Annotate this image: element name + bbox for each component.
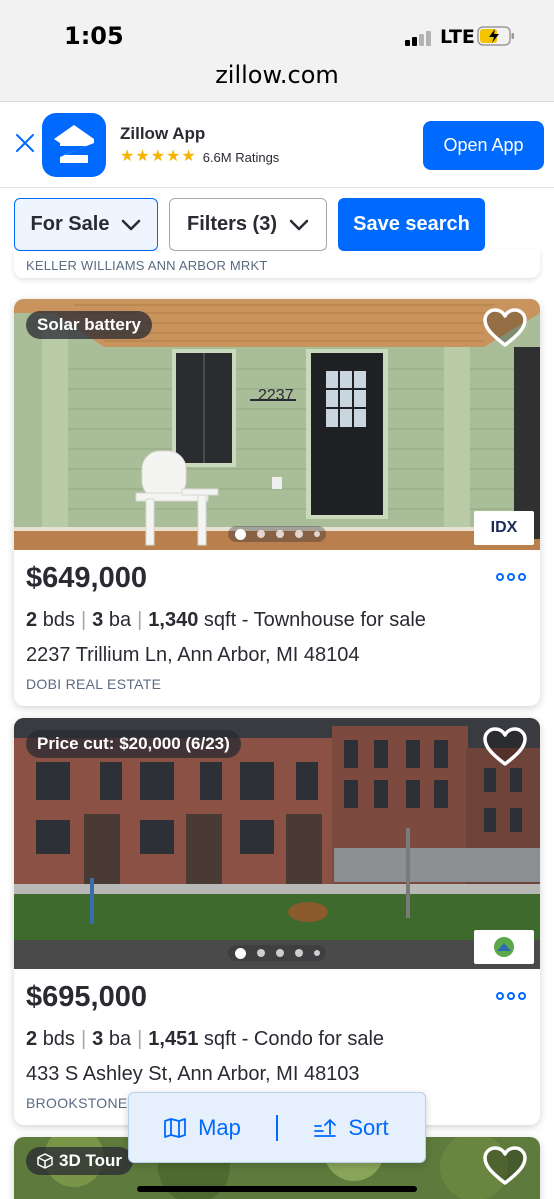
map-icon bbox=[164, 1117, 186, 1138]
sort-icon bbox=[314, 1118, 337, 1137]
ratings-count: 6.6M Ratings bbox=[202, 149, 280, 165]
listing-card[interactable]: 2237 Solar battery IDX $649,000 2 bds | … bbox=[14, 299, 540, 706]
brokerage-logo-icon bbox=[494, 937, 514, 957]
carousel-dot[interactable] bbox=[294, 949, 303, 957]
photo-carousel-dots[interactable] bbox=[228, 526, 326, 542]
listing-address[interactable]: 2237 Trillium Ln, Ann Arbor, MI 48104 bbox=[26, 644, 360, 667]
previous-listing-broker: KELLER WILLIAMS ANN ARBOR MRKT bbox=[26, 258, 268, 273]
filters-label: Filters (3) bbox=[186, 213, 278, 235]
browser-url-bar[interactable]: zillow.com bbox=[0, 60, 554, 102]
filter-bar: For Sale Filters (3) Save search bbox=[0, 188, 554, 260]
carousel-dot[interactable] bbox=[313, 531, 320, 537]
carousel-dot[interactable] bbox=[234, 528, 246, 540]
app-install-banner: Zillow App ★ ★ ★ ★ ★ 6.6M Ratings Open A… bbox=[0, 102, 554, 188]
open-app-button[interactable]: Open App bbox=[423, 121, 544, 170]
map-button[interactable]: Map bbox=[129, 1093, 276, 1162]
app-rating: ★ ★ ★ ★ ★ 6.6M Ratings bbox=[120, 148, 279, 166]
zillow-logo-icon[interactable] bbox=[42, 113, 106, 177]
star-icon: ★ bbox=[166, 148, 181, 165]
sort-label: Sort bbox=[348, 1114, 389, 1140]
carousel-dot[interactable] bbox=[256, 530, 265, 538]
chevron-down-icon bbox=[122, 219, 141, 230]
filters-dropdown[interactable]: Filters (3) bbox=[169, 198, 327, 251]
carousel-dot[interactable] bbox=[313, 950, 320, 956]
listing-broker: BROOKSTONE, bbox=[26, 1095, 132, 1111]
listing-badge-text: Price cut: $20,000 (6/23) bbox=[37, 734, 230, 753]
network-label: LTE bbox=[440, 26, 475, 48]
listing-photo[interactable]: Price cut: $20,000 (6/23) bbox=[14, 718, 540, 969]
listing-broker: DOBI REAL ESTATE bbox=[26, 676, 162, 692]
mls-logo: IDX bbox=[474, 511, 534, 545]
photo-carousel-dots[interactable] bbox=[228, 945, 326, 961]
listing-price: $695,000 bbox=[26, 981, 147, 1013]
url-text: zillow.com bbox=[215, 61, 339, 89]
for-sale-label: For Sale bbox=[30, 213, 110, 235]
star-icon: ★ bbox=[150, 148, 166, 165]
close-icon[interactable] bbox=[14, 132, 36, 154]
mls-logo-text: IDX bbox=[490, 519, 518, 536]
for-sale-dropdown[interactable]: For Sale bbox=[14, 198, 158, 251]
listing-photo[interactable]: 2237 Solar battery IDX bbox=[14, 299, 540, 550]
battery-charging-icon bbox=[477, 26, 514, 46]
listing-badge-text: Solar battery bbox=[37, 315, 141, 334]
cube-icon bbox=[37, 1153, 53, 1169]
map-label: Map bbox=[198, 1114, 241, 1140]
listing-card[interactable]: Price cut: $20,000 (6/23) $695,000 2 bds… bbox=[14, 718, 540, 1125]
star-icon: ★ bbox=[181, 148, 196, 165]
carousel-dot[interactable] bbox=[294, 530, 303, 538]
listing-badge: 3D Tour bbox=[26, 1147, 133, 1175]
carousel-dot[interactable] bbox=[275, 530, 284, 538]
signal-icon bbox=[405, 30, 435, 46]
heart-icon[interactable] bbox=[482, 1145, 528, 1187]
carousel-dot[interactable] bbox=[275, 949, 284, 957]
carousel-dot[interactable] bbox=[234, 947, 246, 959]
listing-address[interactable]: 433 S Ashley St, Ann Arbor, MI 48103 bbox=[26, 1063, 360, 1086]
listing-facts: 2 bds | 3 ba | 1,340 sqft - Townhouse for sa… bbox=[26, 609, 426, 631]
more-icon[interactable] bbox=[496, 571, 528, 583]
chevron-down-icon bbox=[289, 219, 309, 230]
listing-badge: Price cut: $20,000 (6/23) bbox=[26, 730, 241, 758]
star-icon: ★ bbox=[120, 148, 135, 165]
status-time: 1:05 bbox=[64, 22, 124, 50]
more-icon[interactable] bbox=[496, 990, 528, 1002]
status-bar: 1:05 LTE bbox=[0, 0, 554, 60]
listing-price: $649,000 bbox=[26, 562, 147, 594]
carousel-dot[interactable] bbox=[256, 949, 265, 957]
heart-icon[interactable] bbox=[482, 307, 528, 349]
listing-badge-text: 3D Tour bbox=[59, 1151, 122, 1170]
map-sort-toolbar: Map Sort bbox=[128, 1092, 426, 1163]
heart-icon[interactable] bbox=[482, 726, 528, 768]
star-icon: ★ bbox=[135, 148, 150, 165]
app-name: Zillow App bbox=[120, 124, 206, 143]
home-indicator[interactable] bbox=[137, 1186, 417, 1192]
sort-button[interactable]: Sort bbox=[278, 1093, 425, 1162]
listing-facts: 2 bds | 3 ba | 1,451 sqft - Condo for sale bbox=[26, 1028, 385, 1050]
save-search-button[interactable]: Save search bbox=[338, 198, 485, 251]
mls-logo bbox=[474, 930, 534, 964]
listing-badge: Solar battery bbox=[26, 311, 152, 339]
house-number: 2237 bbox=[258, 387, 294, 404]
